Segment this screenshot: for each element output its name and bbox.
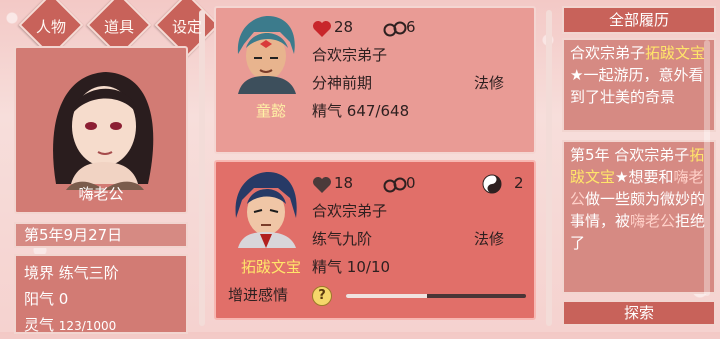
divider-left [199,10,205,326]
affection-progress-bar [346,294,526,298]
character-name: 童懿 [255,102,286,120]
ring-icon [383,21,407,37]
character-name: 拓跋文宝 [240,258,301,276]
history-scrollbar[interactable] [704,40,710,296]
character-realm: 分神前期 [312,74,373,92]
yang-row: 阳气 0 [24,290,69,308]
character-cultivation: 法修 [474,230,505,248]
tab-characters[interactable]: 人物 [18,0,84,58]
tab-items[interactable]: 道具 [86,0,152,58]
affection-value: 18 [334,174,354,192]
character-essence: 精气 647/648 [312,102,410,120]
tab-settings[interactable]: 设定 [154,0,220,58]
increase-affection-button[interactable]: 增进感情 [228,284,288,305]
game-date: 第5年9月27日 [14,222,188,248]
character-portrait [235,172,297,248]
player-portrait-panel[interactable]: 嗨老公 [14,46,188,214]
history-entry: 合欢宗弟子拓跋文宝★一起游历，意外看到了壮美的奇景 [562,38,716,132]
ring-count: 0 [406,174,416,192]
character-card-selected[interactable]: 拓跋文宝 18 0 2 合欢宗弟子 练气九阶 法修 精气 10/10 增进感情 … [214,160,536,320]
ring-icon [383,177,407,193]
character-essence: 精气 10/10 [312,258,391,276]
realm-row: 境界 练气三阶 [24,264,119,282]
character-sect: 合欢宗弟子 [312,202,388,220]
ring-count: 6 [406,18,416,36]
yinyang-count: 2 [514,174,524,192]
yinyang-icon [482,174,502,194]
question-icon[interactable]: ? [312,286,332,306]
character-card[interactable]: 童懿 28 6 合欢宗弟子 分神前期 法修 精气 647/648 [214,6,536,154]
heart-icon [313,21,331,37]
character-realm: 练气九阶 [312,230,373,248]
history-header[interactable]: 全部履历 [562,6,716,34]
player-name: 嗨老公 [78,185,124,203]
affection-value: 28 [334,18,354,36]
history-entry: 第5年 合欢宗弟子拓跋文宝★想要和嗨老公做一些颇为微妙的事情，被嗨老公拒绝了 [562,140,716,294]
affection-progress-fill [346,294,427,298]
player-stats-panel: 境界 练气三阶 阳气 0 灵气 123/1000 [14,254,188,334]
heart-icon [313,177,331,193]
character-sect: 合欢宗弟子 [312,46,388,64]
divider-right [546,10,552,326]
character-portrait [237,16,296,94]
player-portrait [53,72,154,190]
explore-button[interactable]: 探索 [562,300,716,326]
character-cultivation: 法修 [474,74,505,92]
spirit-row: 灵气 123/1000 [24,316,117,334]
